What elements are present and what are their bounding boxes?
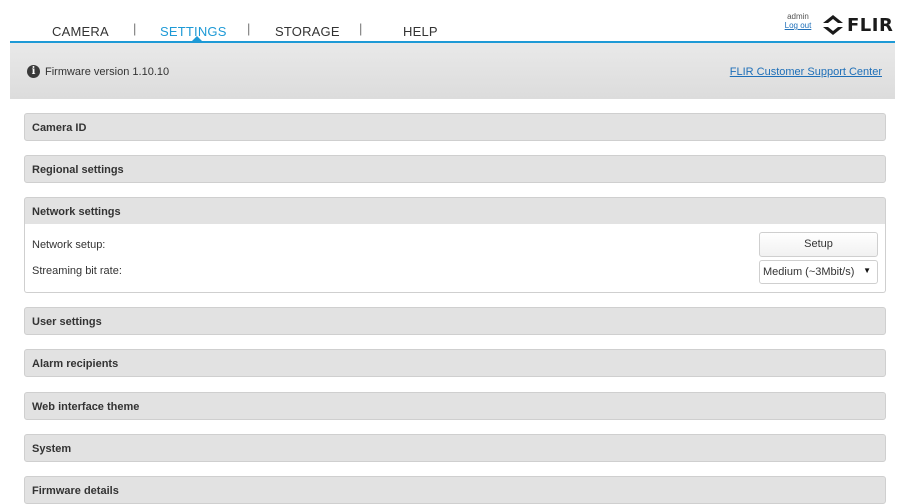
panel-title: Camera ID: [32, 122, 87, 134]
bitrate-label: Streaming bit rate:: [32, 265, 122, 277]
setup-button[interactable]: Setup: [759, 232, 878, 257]
nav-separator: |: [247, 21, 251, 36]
panel-title: Regional settings: [32, 164, 124, 176]
bitrate-select[interactable]: Medium (~3Mbit/s) ▼: [759, 260, 878, 284]
panel-title: Web interface theme: [32, 401, 140, 413]
panel-web-interface-theme[interactable]: Web interface theme: [24, 392, 886, 420]
nav-separator: |: [133, 21, 137, 36]
logo-text: FLIR: [847, 14, 894, 36]
top-navigation: CAMERA | SETTINGS | STORAGE | HELP admin…: [10, 5, 895, 43]
nav-camera[interactable]: CAMERA: [52, 24, 109, 39]
logout-link[interactable]: Log out: [783, 21, 813, 30]
panel-firmware-details[interactable]: Firmware details: [24, 476, 886, 504]
nav-help[interactable]: HELP: [403, 24, 438, 39]
panel-system[interactable]: System: [24, 434, 886, 462]
firmware-bar: i Firmware version 1.10.10 FLIR Customer…: [10, 43, 895, 99]
bitrate-value: Medium (~3Mbit/s): [763, 266, 855, 278]
panel-alarm-recipients[interactable]: Alarm recipients: [24, 349, 886, 377]
flir-logo-icon: [823, 15, 843, 35]
panel-title: System: [32, 443, 72, 455]
user-box: admin Log out: [783, 12, 813, 30]
panel-network-settings[interactable]: Network settings: [24, 197, 886, 225]
panel-regional-settings[interactable]: Regional settings: [24, 155, 886, 183]
chevron-down-icon: ▼: [863, 266, 871, 275]
network-setup-label: Network setup:: [32, 239, 106, 251]
username: admin: [787, 12, 809, 21]
network-settings-body: Network setup: Setup Streaming bit rate:…: [24, 224, 886, 293]
support-link[interactable]: FLIR Customer Support Center: [730, 66, 882, 78]
info-icon: i: [27, 65, 40, 78]
flir-logo: FLIR: [822, 14, 893, 36]
panel-title: Alarm recipients: [32, 358, 119, 370]
panel-user-settings[interactable]: User settings: [24, 307, 886, 335]
firmware-version: Firmware version 1.10.10: [45, 66, 170, 78]
panel-title: User settings: [32, 316, 102, 328]
panel-title: Network settings: [32, 206, 121, 218]
panel-title: Firmware details: [32, 485, 119, 497]
nav-storage[interactable]: STORAGE: [275, 24, 340, 39]
nav-separator: |: [359, 21, 363, 36]
panel-camera-id[interactable]: Camera ID: [24, 113, 886, 141]
